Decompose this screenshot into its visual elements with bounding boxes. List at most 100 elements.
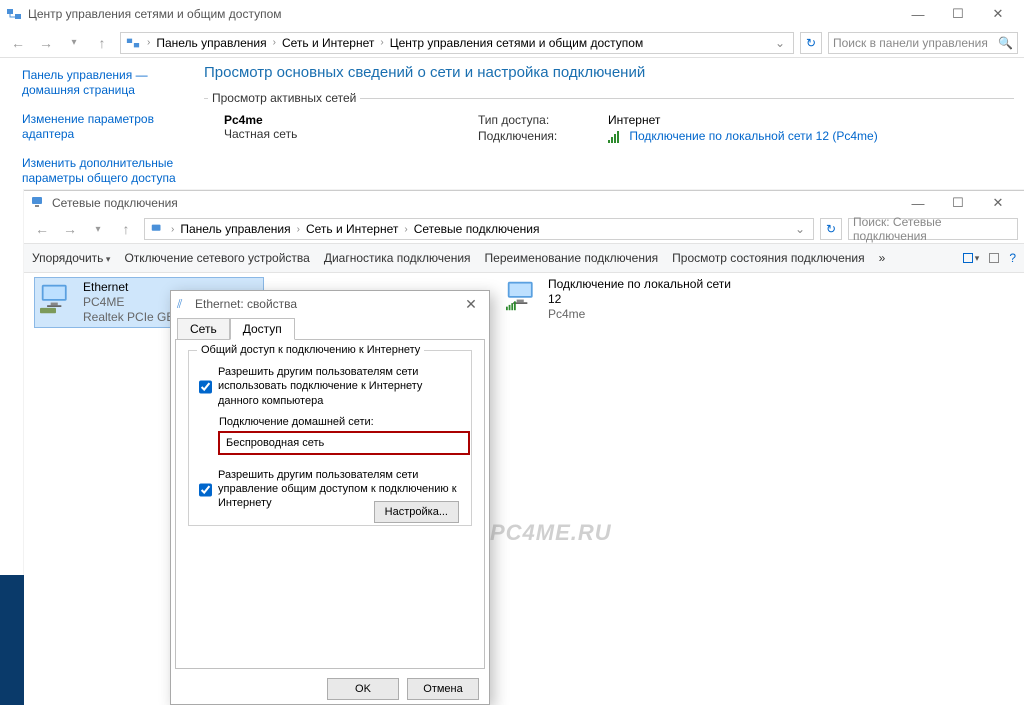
window-title: Сетевые подключения: [52, 196, 178, 210]
chevron-right-icon: ›: [400, 224, 411, 235]
network-sharing-center-window: Центр управления сетями и общим доступом…: [0, 0, 1024, 190]
taskbar-sliver: [0, 575, 24, 705]
breadcrumb-item[interactable]: Панель управления: [156, 36, 266, 50]
titlebar: Сетевые подключения — ☐ ✕: [24, 191, 1024, 215]
forward-button[interactable]: →: [58, 217, 82, 241]
connections-label: Подключения:: [478, 129, 598, 143]
allow-sharing-checkbox[interactable]: Разрешить другим пользователям сети испо…: [199, 365, 461, 408]
group-title: Общий доступ к подключению к Интернету: [197, 344, 424, 356]
toolbar-organize[interactable]: Упорядочить: [32, 251, 110, 265]
search-placeholder: Поиск в панели управления: [833, 36, 988, 50]
back-button[interactable]: ←: [6, 31, 30, 55]
cancel-button[interactable]: Отмена: [407, 678, 479, 700]
window-title: Центр управления сетями и общим доступом: [28, 7, 282, 21]
sidebar-item-advanced-sharing[interactable]: Изменить дополнительные параметры общего…: [22, 156, 190, 186]
breadcrumb-dropdown-icon[interactable]: ⌄: [771, 36, 789, 50]
tab-strip: Сеть Доступ: [171, 317, 489, 339]
sidebar: Панель управления — домашняя страница Из…: [0, 58, 198, 188]
navbar: ← → ▾ ↑ › Панель управления › Сеть и Инт…: [0, 28, 1024, 58]
main-panel: Просмотр основных сведений о сети и наст…: [198, 58, 1024, 188]
search-input[interactable]: Поиск: Сетевые подключения: [848, 218, 1018, 240]
refresh-button[interactable]: ↻: [820, 218, 842, 240]
access-value: Интернет: [608, 113, 878, 127]
maximize-button[interactable]: ☐: [938, 2, 978, 26]
close-button[interactable]: ✕: [978, 2, 1018, 26]
dialog-title: Ethernet: свойства: [195, 297, 297, 311]
titlebar: Центр управления сетями и общим доступом…: [0, 0, 1024, 28]
chevron-right-icon: ›: [143, 37, 154, 48]
view-mode-button[interactable]: ▾: [963, 253, 980, 264]
breadcrumb-root-icon: [125, 35, 141, 51]
chevron-right-icon: ›: [376, 37, 387, 48]
toolbar: Упорядочить Отключение сетевого устройст…: [24, 243, 1024, 273]
home-network-value: Беспроводная сеть: [226, 437, 324, 449]
home-network-combo[interactable]: Беспроводная сеть: [219, 432, 469, 454]
allow-sharing-label: Разрешить другим пользователям сети испо…: [218, 365, 461, 408]
breadcrumb-root-icon: [149, 221, 165, 237]
toolbar-status[interactable]: Просмотр состояния подключения: [672, 251, 864, 265]
help-button[interactable]: ?: [1009, 251, 1016, 265]
breadcrumb-item[interactable]: Сетевые подключения: [414, 222, 540, 236]
network-name: Pc4me: [224, 113, 478, 127]
breadcrumb[interactable]: › Панель управления › Сеть и Интернет › …: [120, 32, 794, 54]
chevron-right-icon: ›: [269, 37, 280, 48]
toolbar-more[interactable]: »: [879, 251, 886, 265]
breadcrumb-item[interactable]: Панель управления: [180, 222, 290, 236]
preview-pane-button[interactable]: [989, 253, 999, 263]
network-connections-icon: [30, 194, 46, 213]
refresh-button[interactable]: ↻: [800, 32, 822, 54]
breadcrumb-item[interactable]: Центр управления сетями и общим доступом: [390, 36, 644, 50]
navbar: ← → ▾ ↑ › Панель управления › Сеть и Инт…: [24, 215, 1024, 243]
tab-panel-access: Общий доступ к подключению к Интернету Р…: [175, 339, 485, 669]
forward-button[interactable]: →: [34, 31, 58, 55]
active-networks-label: Просмотр активных сетей: [208, 91, 360, 105]
breadcrumb[interactable]: › Панель управления › Сеть и Интернет › …: [144, 218, 814, 240]
network-type: Частная сеть: [224, 127, 478, 141]
chevron-right-icon: ›: [167, 224, 178, 235]
search-placeholder: Поиск: Сетевые подключения: [853, 215, 1013, 243]
back-button[interactable]: ←: [30, 217, 54, 241]
ok-button[interactable]: OK: [327, 678, 399, 700]
close-button[interactable]: ✕: [459, 296, 483, 313]
allow-control-input[interactable]: [199, 469, 212, 511]
settings-button[interactable]: Настройка...: [374, 501, 459, 523]
search-input[interactable]: Поиск в панели управления 🔍: [828, 32, 1018, 54]
up-button[interactable]: ↑: [90, 31, 114, 55]
network-center-icon: [6, 6, 22, 22]
sharing-group: Общий доступ к подключению к Интернету Р…: [188, 350, 472, 526]
window-buttons: — ☐ ✕: [898, 191, 1018, 215]
breadcrumb-item[interactable]: Сеть и Интернет: [282, 36, 374, 50]
page-heading: Просмотр основных сведений о сети и наст…: [204, 64, 1014, 81]
ethernet-properties-dialog: ⫽ Ethernet: свойства ✕ Сеть Доступ Общий…: [170, 290, 490, 705]
connection-device: Pc4me: [548, 307, 734, 322]
active-networks-group: Просмотр активных сетей Pc4me Частная се…: [204, 91, 1014, 143]
lan-adapter-icon: [504, 277, 540, 315]
toolbar-rename[interactable]: Переименование подключения: [485, 251, 659, 265]
chevron-right-icon: ›: [293, 224, 304, 235]
toolbar-diagnose[interactable]: Диагностика подключения: [324, 251, 471, 265]
history-dropdown[interactable]: ▾: [62, 31, 86, 55]
dialog-titlebar: ⫽ Ethernet: свойства ✕: [171, 291, 489, 317]
sidebar-item-home[interactable]: Панель управления — домашняя страница: [22, 68, 190, 98]
allow-sharing-input[interactable]: [199, 366, 212, 408]
sidebar-item-adapter-settings[interactable]: Изменение параметров адаптера: [22, 112, 190, 142]
tab-network[interactable]: Сеть: [177, 318, 230, 340]
toolbar-disable[interactable]: Отключение сетевого устройства: [124, 251, 309, 265]
maximize-button[interactable]: ☐: [938, 191, 978, 215]
history-dropdown[interactable]: ▾: [86, 217, 110, 241]
home-network-label: Подключение домашней сети:: [219, 416, 461, 428]
connection-link[interactable]: Подключение по локальной сети 12 (Pc4me): [629, 129, 877, 143]
search-icon: 🔍: [998, 36, 1013, 50]
minimize-button[interactable]: —: [898, 2, 938, 26]
up-button[interactable]: ↑: [114, 217, 138, 241]
connection-item-lan12[interactable]: Подключение по локальной сети 12 Pc4me: [504, 277, 734, 322]
breadcrumb-dropdown-icon[interactable]: ⌄: [791, 222, 809, 236]
signal-icon: [608, 131, 622, 143]
close-button[interactable]: ✕: [978, 191, 1018, 215]
access-label: Тип доступа:: [478, 113, 598, 127]
tab-access[interactable]: Доступ: [230, 318, 295, 340]
minimize-button[interactable]: —: [898, 191, 938, 215]
adapter-icon: ⫽: [177, 297, 191, 312]
breadcrumb-item[interactable]: Сеть и Интернет: [306, 222, 398, 236]
ethernet-adapter-icon: [37, 280, 75, 318]
